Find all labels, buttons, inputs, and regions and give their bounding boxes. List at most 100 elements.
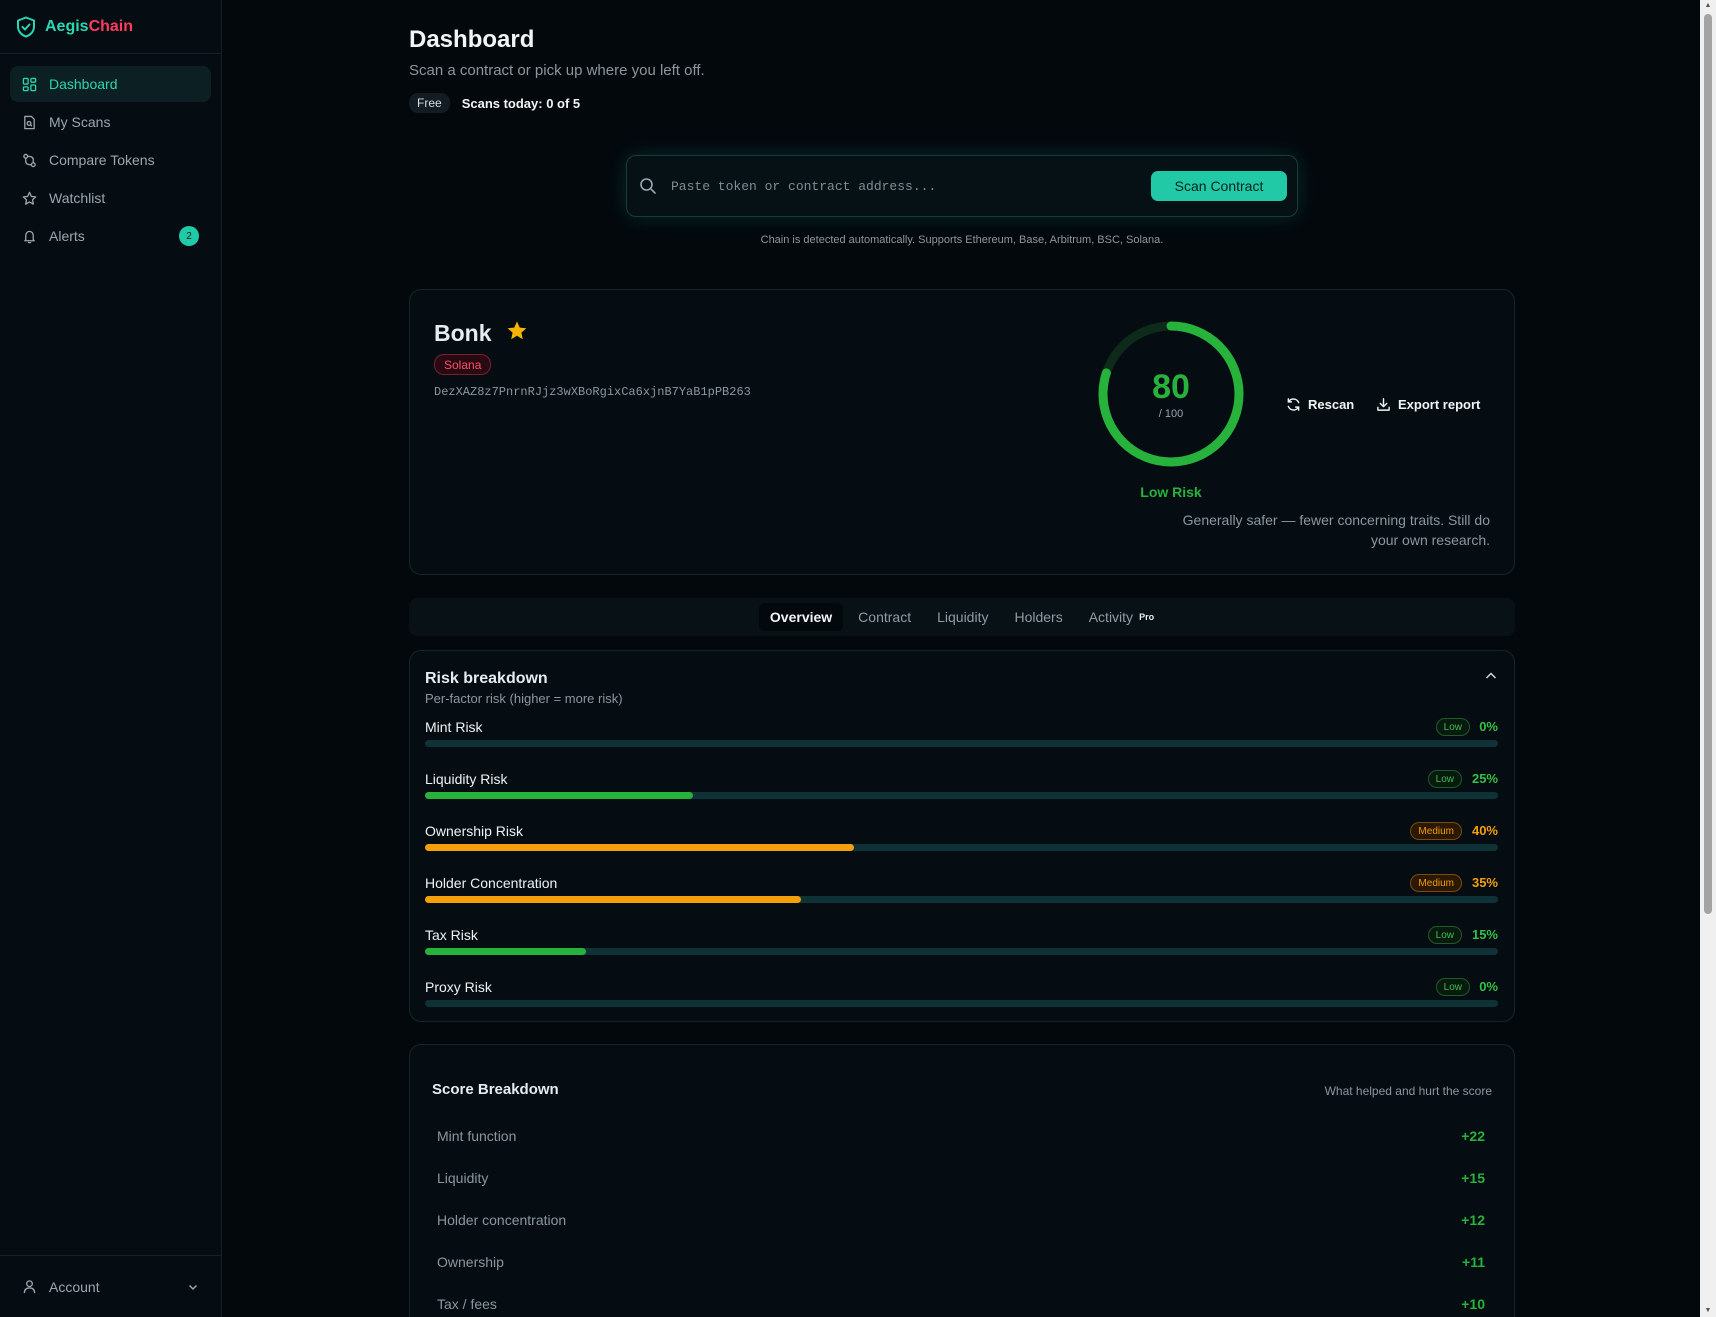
tab-label: Contract <box>858 609 912 625</box>
tab-activity[interactable]: Activity Pro <box>1078 603 1165 631</box>
score-max: / 100 <box>1158 408 1184 420</box>
risk-bar-fill <box>425 896 801 903</box>
download-icon <box>1377 398 1390 411</box>
risk-percent: 15% <box>1471 927 1498 942</box>
sidebar-item-alerts[interactable]: Alerts 2 <box>10 218 211 254</box>
tab-label: Liquidity <box>937 609 989 625</box>
score-breakdown-card: Score Breakdown What helped and hurt the… <box>409 1044 1515 1317</box>
score-row: Liquidity +15 <box>437 1170 1485 1190</box>
risk-label: Ownership Risk <box>425 823 524 839</box>
file-search-icon <box>24 115 35 129</box>
risk-label: Holder Concentration <box>425 875 558 891</box>
sidebar-item-compare-tokens[interactable]: Compare Tokens <box>10 142 211 178</box>
risk-level-badge: Low <box>1435 978 1470 996</box>
risk-level-badge: Medium <box>1410 874 1462 892</box>
score-row-label: Holder concentration <box>437 1212 567 1228</box>
risk-row-holder-concentration: Holder Concentration Medium 35% <box>425 874 1498 905</box>
chevron-up-icon[interactable] <box>1484 669 1498 683</box>
risk-bar-fill <box>425 844 855 851</box>
risk-bar-track <box>425 792 1498 799</box>
scroll-down-arrow-icon[interactable]: ▼ <box>1704 1307 1712 1315</box>
tab-holders[interactable]: Holders <box>1003 603 1073 631</box>
scan-contract-button[interactable]: Scan Contract <box>1151 171 1287 201</box>
scrollbar-thumb[interactable] <box>1704 14 1712 914</box>
risk-percent: 25% <box>1471 771 1498 786</box>
risk-bar-track <box>425 844 1498 851</box>
brand-name: AegisChain <box>45 18 133 36</box>
score-row-value: +10 <box>1461 1296 1485 1312</box>
search-box: Scan Contract <box>626 155 1298 217</box>
token-tabs: Overview Contract Liquidity Holders Acti… <box>409 598 1515 636</box>
account-label: Account <box>49 1278 100 1295</box>
sidebar-item-watchlist[interactable]: Watchlist <box>10 180 211 216</box>
sidebar-item-label: Compare Tokens <box>49 152 155 168</box>
risk-row-mint: Mint Risk Low 0% <box>425 718 1498 749</box>
search-icon <box>640 178 656 194</box>
score-row: Holder concentration +12 <box>437 1212 1485 1232</box>
token-summary-card: Bonk Solana DezXAZ8z7PnrnRJjz3wXBoRgixCa… <box>409 289 1515 575</box>
main-content: Dashboard Scan a contract or pick up whe… <box>222 0 1700 1317</box>
contract-address-input[interactable] <box>671 178 1151 194</box>
brand[interactable]: AegisChain <box>0 0 221 54</box>
score-row: Mint function +22 <box>437 1128 1485 1148</box>
risk-label: Tax Risk <box>425 927 478 943</box>
sidebar: AegisChain Dashboard My Scans Compare To… <box>0 0 222 1317</box>
token-address[interactable]: DezXAZ8z7PnrnRJjz3wXBoRgixCa6xjnB7YaB1pP… <box>434 385 751 399</box>
risk-label: Proxy Risk <box>425 979 492 995</box>
sidebar-nav: Dashboard My Scans Compare Tokens Watchl… <box>0 54 221 268</box>
sidebar-item-label: Watchlist <box>49 190 106 206</box>
risk-percent: 40% <box>1471 823 1498 838</box>
risk-percent: 35% <box>1471 875 1498 890</box>
page-title: Dashboard <box>409 26 535 53</box>
risk-level-badge: Medium <box>1410 822 1462 840</box>
export-label: Export report <box>1398 397 1481 412</box>
score-value: 80 <box>1152 368 1190 406</box>
brand-name-aegis: Aegis <box>45 17 89 35</box>
risk-description: Generally safer — fewer concerning trait… <box>1182 512 1490 548</box>
star-icon <box>22 191 37 205</box>
account-menu[interactable]: Account <box>0 1255 221 1317</box>
sidebar-item-my-scans[interactable]: My Scans <box>10 104 211 140</box>
risk-bar-fill <box>425 948 586 955</box>
token-name: Bonk <box>434 320 492 346</box>
rescan-label: Rescan <box>1308 397 1355 412</box>
score-breakdown-hint: What helped and hurt the score <box>1324 1084 1492 1098</box>
risk-level-label: Low Risk <box>1140 484 1202 500</box>
risk-row-ownership: Ownership Risk Medium 40% <box>425 822 1498 853</box>
risk-row-tax: Tax Risk Low 15% <box>425 926 1498 957</box>
score-row-label: Ownership <box>437 1254 504 1270</box>
pro-badge: Pro <box>1139 612 1155 622</box>
score-row: Ownership +11 <box>437 1254 1485 1274</box>
sidebar-item-dashboard[interactable]: Dashboard <box>10 66 211 102</box>
scroll-up-arrow-icon[interactable]: ▲ <box>1704 2 1712 10</box>
score-row-value: +11 <box>1462 1254 1485 1270</box>
chain-support-note: Chain is detected automatically. Support… <box>760 234 1164 246</box>
risk-label: Liquidity Risk <box>425 771 508 787</box>
chain-badge: Solana <box>434 354 492 375</box>
compare-icon <box>23 153 36 167</box>
refresh-icon <box>1287 398 1300 411</box>
tab-liquidity[interactable]: Liquidity <box>926 603 999 631</box>
risk-bar-track <box>425 896 1498 903</box>
tab-contract[interactable]: Contract <box>847 603 922 631</box>
score-row: Tax / fees +10 <box>437 1296 1485 1316</box>
tab-overview[interactable]: Overview <box>758 603 844 631</box>
star-icon[interactable] <box>506 320 528 342</box>
tab-label: Overview <box>769 609 833 625</box>
export-report-button[interactable]: Export report <box>1376 397 1480 412</box>
risk-row-proxy: Proxy Risk Low 0% <box>425 978 1498 1009</box>
page-scrollbar[interactable]: ▲ ▼ <box>1700 0 1716 1317</box>
rescan-button[interactable]: Rescan <box>1286 397 1354 412</box>
grid-icon <box>22 77 37 91</box>
score-row-label: Liquidity <box>437 1170 489 1186</box>
risk-row-liquidity: Liquidity Risk Low 25% <box>425 770 1498 801</box>
risk-bar-track <box>425 740 1498 747</box>
chevron-down-icon <box>188 1284 198 1290</box>
score-breakdown-title: Score Breakdown <box>432 1081 559 1098</box>
risk-percent: 0% <box>1479 979 1498 994</box>
sidebar-item-label: My Scans <box>49 114 111 130</box>
score-row-label: Tax / fees <box>437 1296 497 1312</box>
alerts-count-badge: 2 <box>179 226 199 246</box>
page-header: Dashboard Scan a contract or pick up whe… <box>409 26 705 113</box>
risk-level-badge: Low <box>1435 718 1470 736</box>
